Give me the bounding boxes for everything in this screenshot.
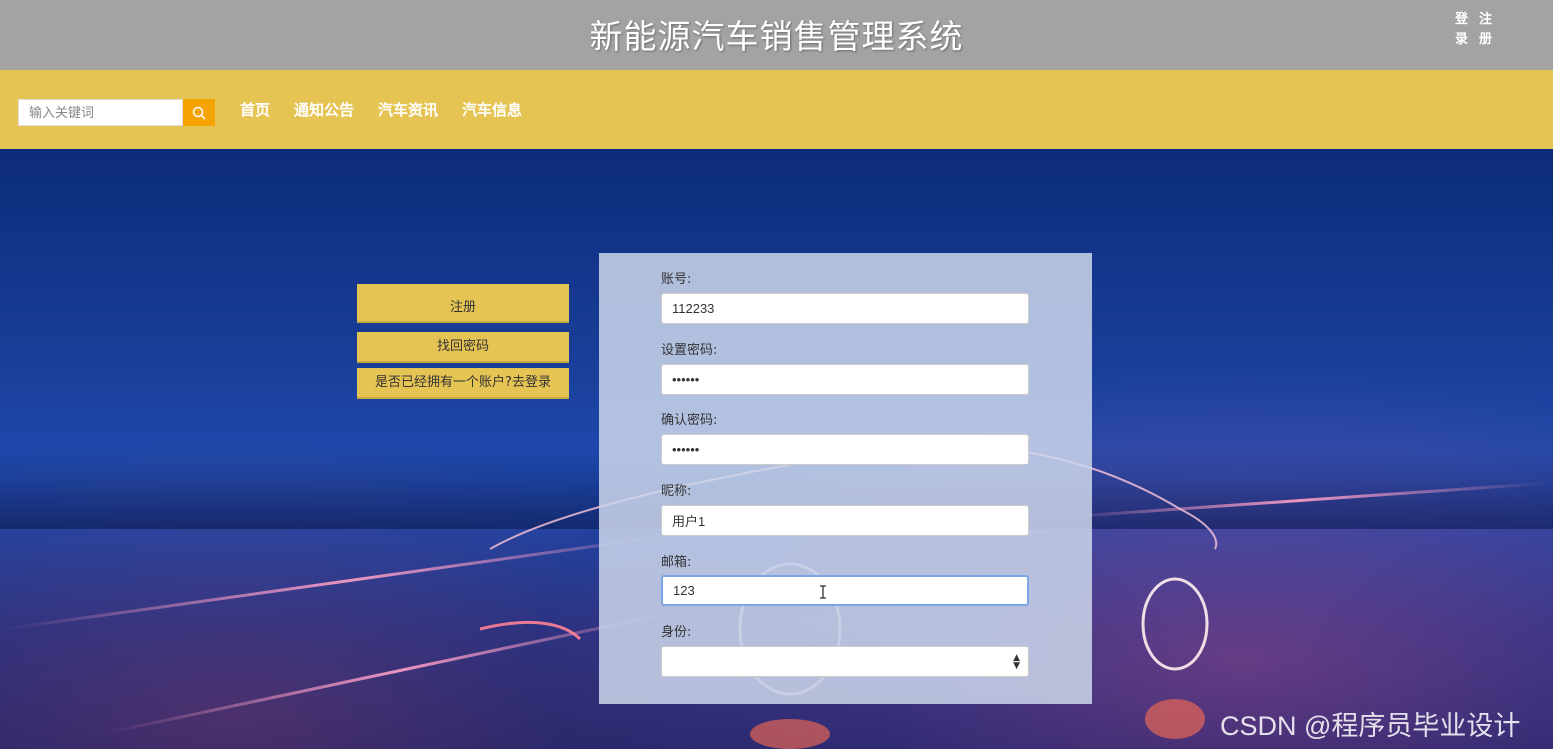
identity-label: 身份: bbox=[661, 625, 692, 640]
register-link[interactable]: 注册 bbox=[1479, 10, 1495, 50]
nav-item-notices[interactable]: 通知公告 bbox=[294, 100, 354, 120]
password-input[interactable] bbox=[661, 364, 1029, 395]
login-link[interactable]: 登录 bbox=[1455, 10, 1471, 50]
identity-select[interactable]: ▲ ▼ bbox=[661, 646, 1029, 677]
nav-bar: 首页 通知公告 汽车资讯 汽车信息 bbox=[0, 70, 1553, 149]
auth-links: 登录 注册 bbox=[1455, 10, 1495, 50]
select-arrows-icon: ▲ ▼ bbox=[1013, 653, 1020, 671]
nickname-input[interactable] bbox=[661, 505, 1029, 536]
register-form: 账号: 设置密码: 确认密码: 昵称: 邮箱: 身份: ▲▼ bbox=[599, 253, 1092, 704]
top-header: 新能源汽车销售管理系统 登录 注册 bbox=[0, 0, 1553, 70]
forgot-password-button[interactable]: 找回密码 bbox=[357, 332, 569, 363]
account-label: 账号: bbox=[661, 272, 692, 287]
search-input[interactable] bbox=[18, 99, 183, 126]
email-label: 邮箱: bbox=[661, 555, 692, 570]
search-icon bbox=[192, 106, 206, 120]
nav-item-car-news[interactable]: 汽车资讯 bbox=[378, 100, 438, 120]
confirm-password-input[interactable] bbox=[661, 434, 1029, 465]
go-login-button[interactable]: 是否已经拥有一个账户?去登录 bbox=[357, 368, 569, 399]
nav-item-car-info[interactable]: 汽车信息 bbox=[462, 100, 522, 120]
password-label: 设置密码: bbox=[661, 343, 718, 358]
register-button[interactable]: 注册 bbox=[357, 284, 569, 323]
nav-menu: 首页 通知公告 汽车资讯 汽车信息 bbox=[240, 100, 522, 120]
confirm-password-label: 确认密码: bbox=[661, 413, 718, 428]
watermark: CSDN @程序员毕业设计 bbox=[1220, 711, 1521, 741]
email-input[interactable] bbox=[661, 575, 1029, 606]
nav-item-home[interactable]: 首页 bbox=[240, 100, 270, 120]
search-button[interactable] bbox=[183, 99, 215, 126]
nickname-label: 昵称: bbox=[661, 484, 692, 499]
account-input[interactable] bbox=[661, 293, 1029, 324]
text-cursor-icon bbox=[820, 585, 826, 599]
site-title: 新能源汽车销售管理系统 bbox=[589, 17, 964, 56]
